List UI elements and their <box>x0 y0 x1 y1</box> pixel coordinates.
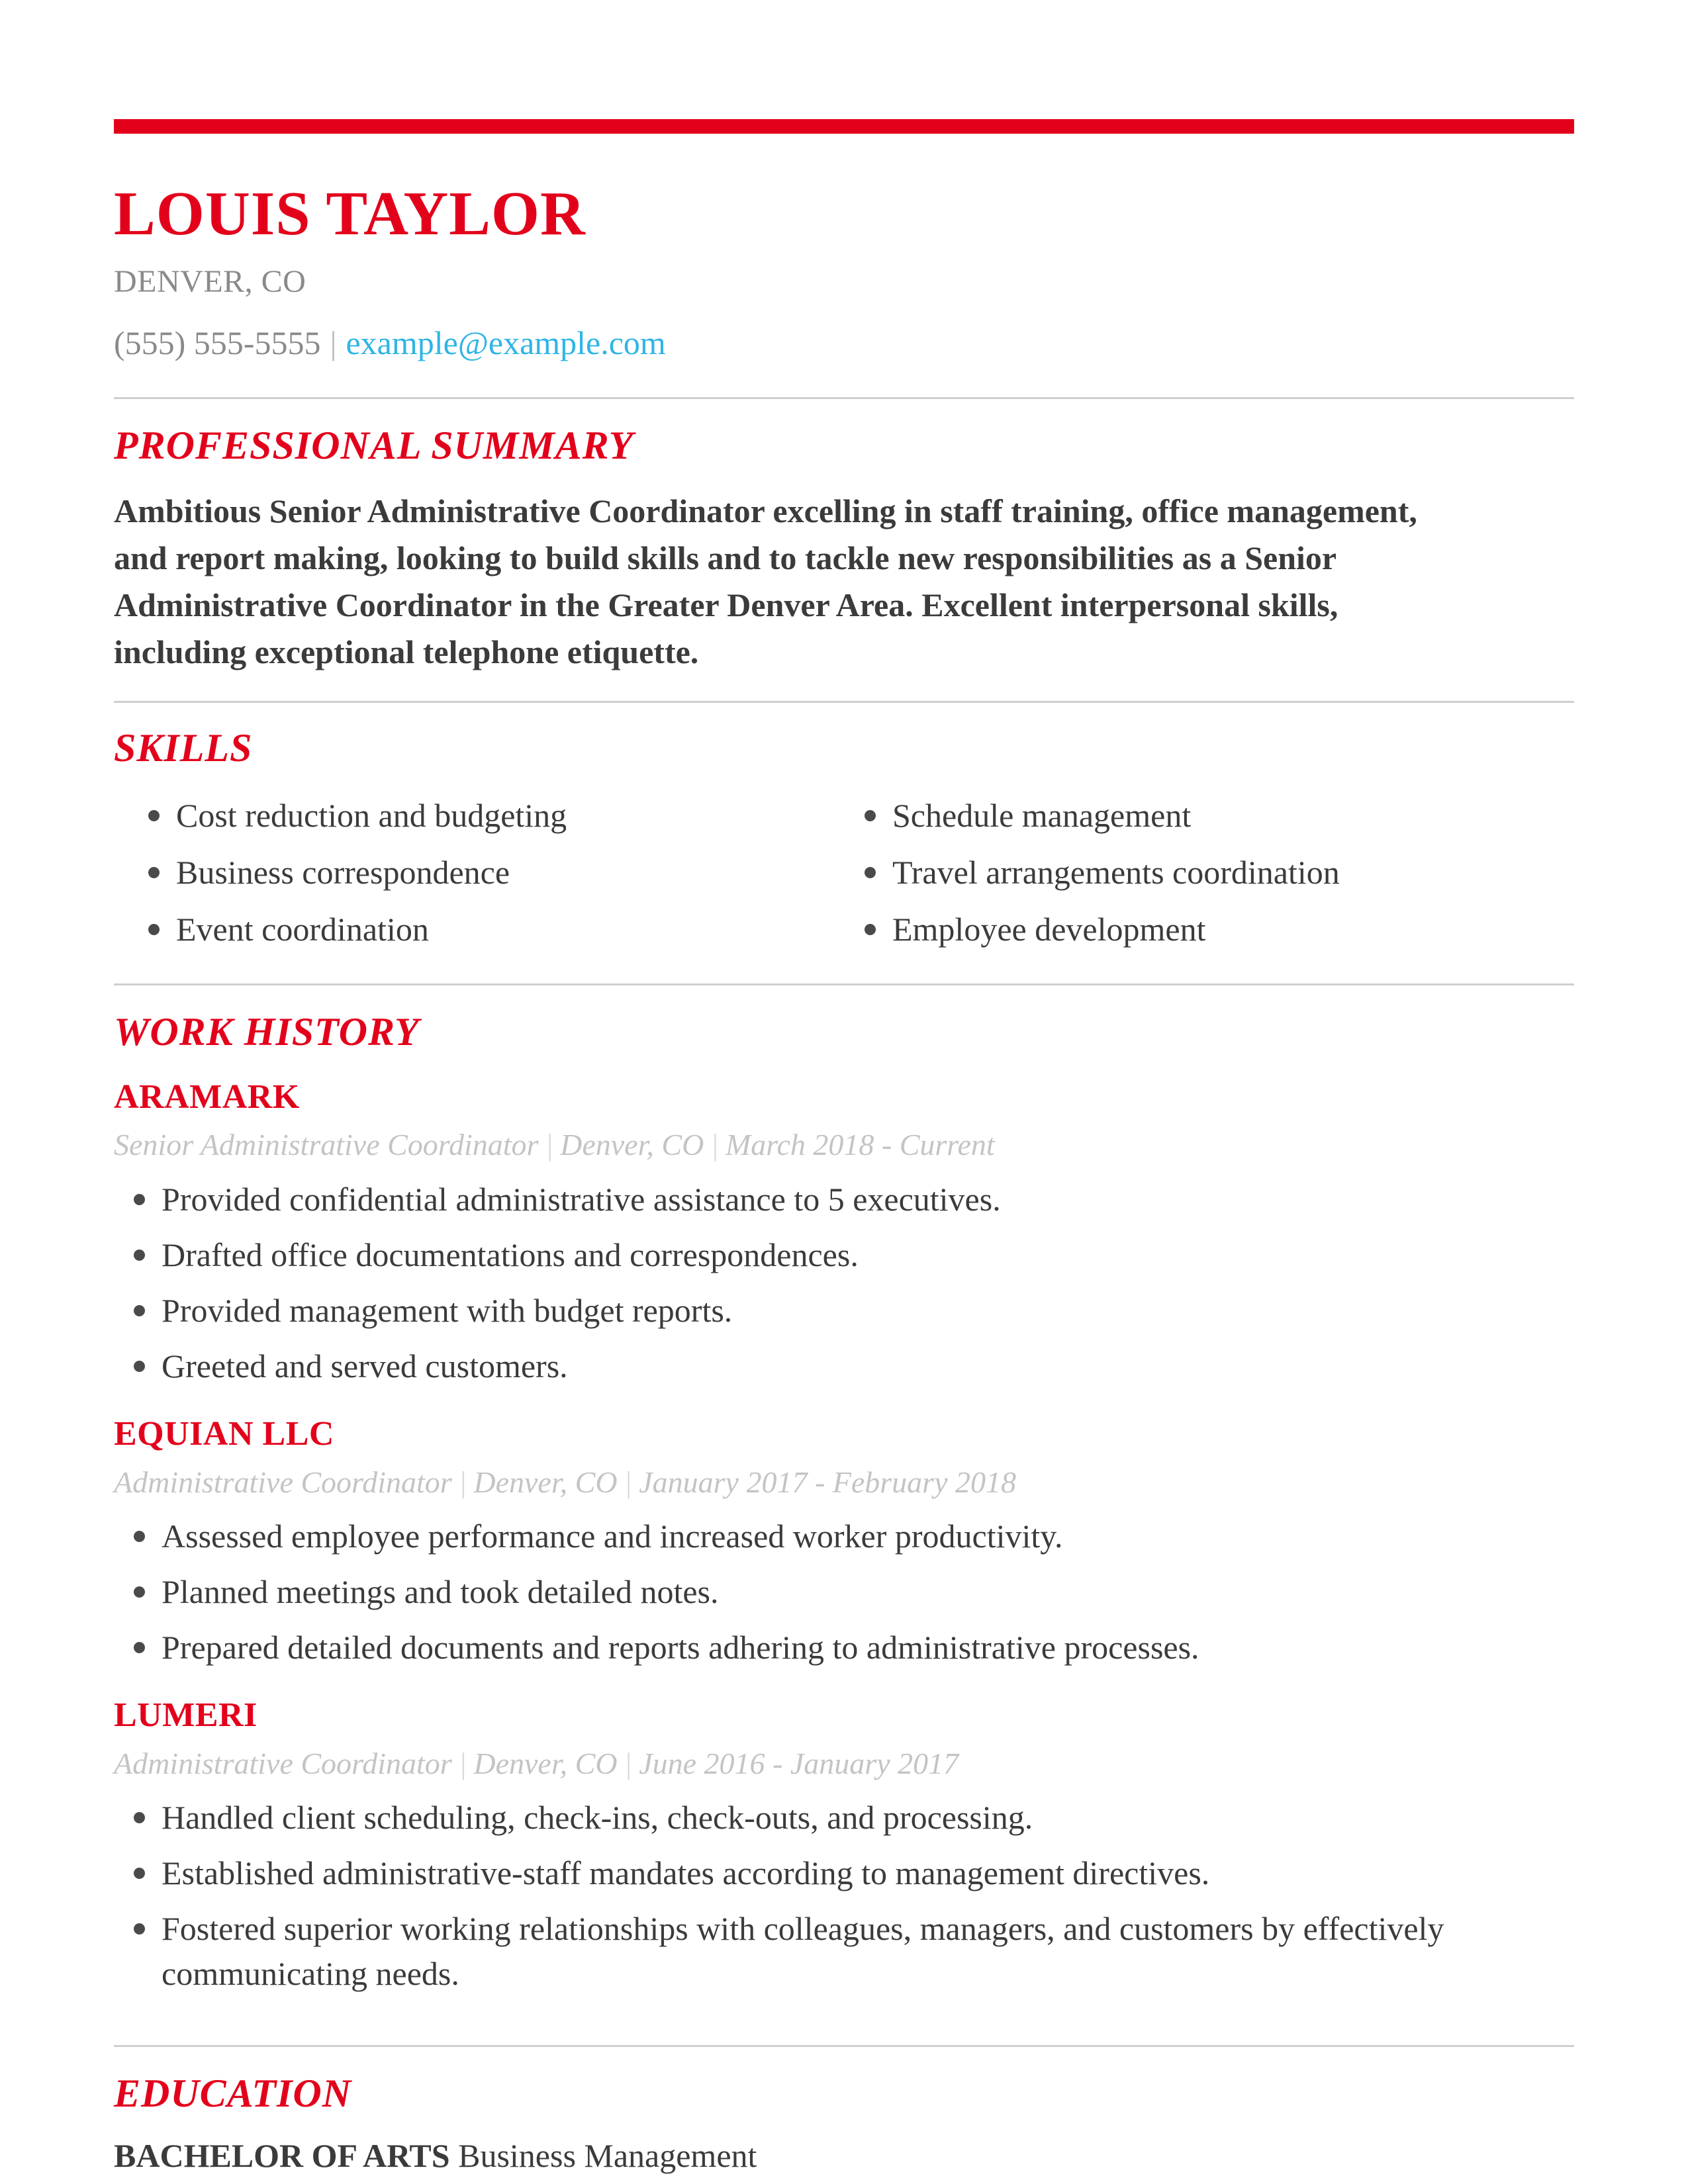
candidate-location: DENVER, CO <box>114 264 306 299</box>
work-entry-lumeri: LUMERI Administrative Coordinator | Denver… <box>114 1698 1574 1996</box>
section-title-professional-summary: PROFESSIONAL SUMMARY <box>114 423 634 467</box>
job-role: Senior Administrative Coordinator <box>114 1128 539 1162</box>
meta-separator: | <box>458 1746 467 1780</box>
job-location: Denver, CO <box>473 1465 618 1499</box>
top-accent-bar <box>114 119 1574 134</box>
section-title-education: EDUCATION <box>114 2071 352 2116</box>
meta-separator: | <box>624 1465 633 1499</box>
section-professional-summary: PROFESSIONAL SUMMARY Ambitious Senior Ad… <box>114 426 1574 676</box>
work-entry-equian-llc: EQUIAN LLC Administrative Coordinator | De… <box>114 1416 1574 1670</box>
list-item: Schedule management <box>858 793 1574 838</box>
phone-number: (555) 555-5555 <box>114 324 321 361</box>
list-item: Event coordination <box>142 907 858 952</box>
professional-summary-text: Ambitious Senior Administrative Coordina… <box>114 492 1417 670</box>
email-link[interactable]: example@example.com <box>346 324 665 361</box>
list-item: Planned meetings and took detailed notes… <box>128 1569 1519 1614</box>
job-role: Administrative Coordinator <box>114 1465 452 1499</box>
company-name: ARAMARK <box>114 1077 300 1116</box>
job-meta-line: Senior Administrative Coordinator | Denver… <box>114 1128 1574 1162</box>
list-item: Greeted and served customers. <box>128 1343 1519 1388</box>
section-work-history: WORK HISTORY ARAMARK Senior Administrati… <box>114 1012 1574 2022</box>
work-history-bottom-spacer <box>114 2007 1574 2021</box>
list-item: Employee development <box>858 907 1574 952</box>
resume-page: LOUIS TAYLOR DENVER, CO (555) 555-5555 | e… <box>0 0 1688 2184</box>
job-meta-line: Administrative Coordinator | Denver, CO | Ju… <box>114 1747 1574 1781</box>
education-degree: BACHELOR OF ARTS <box>114 2137 450 2175</box>
list-item: Assessed employee performance and increa… <box>128 1514 1519 1559</box>
job-dates: January 2017 - February 2018 <box>639 1465 1016 1499</box>
section-title-skills: SKILLS <box>114 725 253 770</box>
company-name: EQUIAN LLC <box>114 1414 334 1453</box>
job-bullet-list: Assessed employee performance and increa… <box>114 1514 1574 1670</box>
skills-column-left: Cost reduction and budgeting Business co… <box>142 793 858 964</box>
meta-separator: | <box>458 1465 467 1499</box>
education-entry: BACHELOR OF ARTS Business Management Uni… <box>114 2136 1574 2184</box>
section-title-work-history: WORK HISTORY <box>114 1009 420 1054</box>
divider-above-skills <box>114 700 1574 703</box>
job-bullet-list: Provided confidential administrative ass… <box>114 1177 1574 1388</box>
list-item: Travel arrangements coordination <box>858 850 1574 895</box>
list-item: Fostered superior working relationships … <box>128 1906 1519 1996</box>
job-dates: March 2018 - Current <box>725 1128 995 1162</box>
divider-above-work-history <box>114 983 1574 985</box>
meta-separator: | <box>710 1128 719 1162</box>
skills-list-right: Schedule management Travel arrangements … <box>858 793 1574 952</box>
skills-list-left: Cost reduction and budgeting Business co… <box>142 793 858 952</box>
education-major: Business Management <box>458 2137 757 2175</box>
job-location: Denver, CO <box>473 1746 618 1780</box>
education-school: University of Colorado At Boulder <box>114 2180 1574 2184</box>
skills-column-right: Schedule management Travel arrangements … <box>858 793 1574 964</box>
job-location: Denver, CO <box>560 1128 704 1162</box>
list-item: Cost reduction and budgeting <box>142 793 858 838</box>
job-dates: June 2016 - January 2017 <box>639 1746 959 1780</box>
list-item: Provided management with budget reports. <box>128 1288 1519 1333</box>
contact-separator: | <box>330 324 337 361</box>
candidate-name: LOUIS TAYLOR <box>114 179 586 248</box>
section-skills: SKILLS Cost reduction and budgeting Busi… <box>114 728 1574 964</box>
meta-separator: | <box>624 1746 633 1780</box>
list-item: Handled client scheduling, check-ins, ch… <box>128 1795 1519 1840</box>
list-item: Provided confidential administrative ass… <box>128 1177 1519 1222</box>
list-item: Established administrative-staff mandate… <box>128 1850 1519 1895</box>
resume-content-column: LOUIS TAYLOR DENVER, CO (555) 555-5555 | e… <box>114 0 1574 2184</box>
section-education: EDUCATION BACHELOR OF ARTS Business Mana… <box>114 2073 1574 2184</box>
company-name: LUMERI <box>114 1696 258 1735</box>
job-meta-line: Administrative Coordinator | Denver, CO | Ja… <box>114 1465 1574 1500</box>
list-item: Drafted office documentations and corres… <box>128 1232 1519 1277</box>
contact-line: (555) 555-5555 | example@example.com <box>114 324 1574 361</box>
job-bullet-list: Handled client scheduling, check-ins, ch… <box>114 1795 1574 1996</box>
divider-above-summary <box>114 396 1574 399</box>
list-item: Prepared detailed documents and reports … <box>128 1625 1519 1670</box>
education-degree-line: BACHELOR OF ARTS Business Management <box>114 2136 1574 2176</box>
divider-above-education <box>114 2045 1574 2048</box>
work-entry-aramark: ARAMARK Senior Administrative Coordinato… <box>114 1079 1574 1388</box>
list-item: Business correspondence <box>142 850 858 895</box>
resume-header: LOUIS TAYLOR DENVER, CO (555) 555-5555 | e… <box>114 134 1574 361</box>
skills-grid: Cost reduction and budgeting Business co… <box>114 793 1574 964</box>
meta-separator: | <box>545 1128 554 1162</box>
job-role: Administrative Coordinator <box>114 1746 452 1780</box>
